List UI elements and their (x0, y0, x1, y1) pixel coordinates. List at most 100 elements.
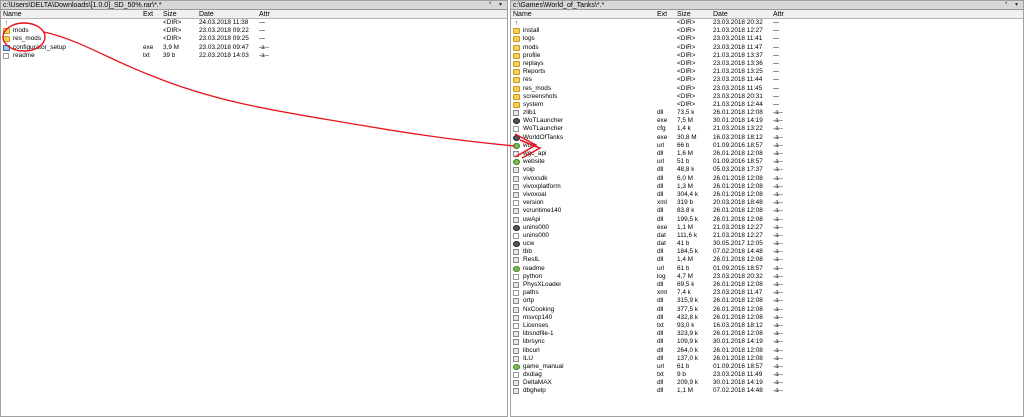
file-row[interactable]: uwApi dll 199,5 k 26.01.2018 12:08 -a-- (511, 216, 1023, 224)
file-row[interactable]: version xml 319 b 20.03.2018 18:48 -a-- (511, 199, 1023, 207)
file-row[interactable]: zlib1 dll 73,5 k 26.01.2018 12:08 -a-- (511, 109, 1023, 117)
file-attr: -a-- (773, 166, 783, 174)
folder-icon (513, 93, 520, 100)
file-date: 23.03.2018 11:44 (713, 76, 763, 84)
file-row[interactable]: ILU dll 137,0 k 26.01.2018 12:08 -a-- (511, 355, 1023, 363)
left-col-ext[interactable]: Ext (143, 10, 153, 19)
right-col-ext[interactable]: Ext (657, 10, 667, 19)
file-row[interactable]: res_mods <DIR> 23.03.2018 09:25 — (1, 35, 507, 43)
file-date: 30.01.2018 14:19 (713, 117, 763, 125)
file-row[interactable]: WoTLauncher exe 7,5 M 30.01.2018 14:19 -a-- (511, 117, 1023, 125)
file-size: <DIR> (677, 59, 696, 67)
file-name: res_mods (523, 84, 552, 92)
file-row[interactable]: paths xml 7,4 k 23.03.2018 11:47 -a-- (511, 289, 1023, 297)
file-attr: -a-- (773, 256, 783, 264)
file-row[interactable]: ucw dat 41 b 30.05.2017 12:05 -a-- (511, 240, 1023, 248)
file-row[interactable]: libsndfile-1 dll 323,9 k 26.01.2018 12:08 -a… (511, 330, 1023, 338)
file-attr: — (773, 59, 780, 67)
left-col-name[interactable]: Name (3, 10, 22, 19)
file-row[interactable]: readme url 61 b 01.09.2016 18:57 -a-- (511, 265, 1023, 273)
right-path-bar[interactable]: c:\Games\World_of_Tanks\*.* * ▾ (511, 1, 1023, 10)
library-icon (513, 355, 519, 362)
file-row[interactable]: voip dll 48,8 k 05.03.2018 17:37 -a-- (511, 166, 1023, 174)
right-path-buttons[interactable]: * ▾ (1005, 1, 1021, 9)
file-row[interactable]: dxdiag txt 9 b 23.03.2018 11:49 -a-- (511, 371, 1023, 379)
left-col-date[interactable]: Date (199, 10, 214, 19)
file-attr: — (773, 100, 780, 108)
folder-icon (513, 44, 520, 51)
right-col-name[interactable]: Name (513, 10, 532, 19)
left-col-size[interactable]: Size (163, 10, 177, 19)
file-row[interactable]: ↑ <DIR> 24.03.2018 11:38 — (1, 19, 507, 27)
left-col-attr[interactable]: Attr (259, 10, 270, 19)
file-attr: -a-- (773, 215, 783, 223)
file-ext: dll (657, 338, 664, 346)
file-ext: url (657, 264, 665, 272)
file-row[interactable]: screenshots <DIR> 23.03.2018 20:31 — (511, 93, 1023, 101)
file-row[interactable]: unins000 dat 111,6 k 21.03.2018 12:27 -a-- (511, 232, 1023, 240)
file-name: profile (523, 51, 541, 59)
file-row[interactable]: ResIL dll 1,4 M 26.01.2018 12:08 -a-- (511, 256, 1023, 264)
file-row[interactable]: ↑ <DIR> 23.03.2018 20:32 — (511, 19, 1023, 27)
file-size: <DIR> (163, 27, 182, 35)
file-date: 21.03.2018 13:37 (713, 51, 763, 59)
left-path-buttons[interactable]: * ▾ (489, 1, 505, 9)
file-row[interactable]: libcurl dll 264,0 k 26.01.2018 12:08 -a-- (511, 347, 1023, 355)
file-row[interactable]: wot url 66 b 01.09.2016 18:57 -a-- (511, 142, 1023, 150)
file-row[interactable]: wgc_api dll 1,6 M 26.01.2018 12:08 -a-- (511, 150, 1023, 158)
file-row[interactable]: res <DIR> 23.03.2018 11:44 — (511, 76, 1023, 84)
right-col-attr[interactable]: Attr (773, 10, 784, 19)
file-attr: -a-- (773, 158, 783, 166)
file-row[interactable]: WoTLauncher cfg 1,4 k 21.03.2018 13:22 -a-- (511, 125, 1023, 133)
file-attr: -a-- (773, 150, 783, 157)
file-row[interactable]: mods <DIR> 23.03.2018 11:47 — (511, 44, 1023, 52)
file-row[interactable]: librsync dll 109,9 k 30.01.2018 14:19 -a-- (511, 338, 1023, 346)
file-attr: -a-- (773, 174, 783, 182)
library-icon (513, 191, 519, 198)
file-size: 73,5 k (677, 109, 695, 117)
file-row[interactable]: unins000 exe 1,1 M 21.03.2018 12:27 -a-- (511, 224, 1023, 232)
file-row[interactable]: python log 4,7 M 23.03.2018 20:32 -a-- (511, 273, 1023, 281)
left-path-bar[interactable]: c:\Users\DELTA\Downloads\[1.0.0]_SD_50%.… (1, 1, 507, 10)
file-attr: -a-- (773, 109, 783, 117)
file-row[interactable]: vivoxoal dll 304,4 k 26.01.2018 12:08 -a-- (511, 191, 1023, 199)
right-col-date[interactable]: Date (713, 10, 728, 19)
file-date: 21.03.2018 13:22 (713, 125, 763, 133)
file-row[interactable]: replays <DIR> 23.03.2018 13:36 — (511, 60, 1023, 68)
file-row[interactable]: Reports <DIR> 21.03.2018 13:25 — (511, 68, 1023, 76)
file-name: logs (523, 35, 535, 43)
file-row[interactable]: vcruntime140 dll 83,8 k 26.01.2018 12:08 -a-… (511, 207, 1023, 215)
file-row[interactable]: NxCooking dll 377,5 k 26.01.2018 12:08 -a-- (511, 306, 1023, 314)
file-row[interactable]: website url 51 b 01.09.2016 18:57 -a-- (511, 158, 1023, 166)
file-row[interactable]: WorldOfTanks exe 30,8 M 16.03.2018 18:12 -a-… (511, 134, 1023, 142)
file-row[interactable]: PhysXLoader dll 69,5 k 26.01.2018 12:08 -a-- (511, 281, 1023, 289)
file-row[interactable]: logs <DIR> 23.03.2018 11:41 — (511, 35, 1023, 43)
file-row[interactable]: mods <DIR> 23.03.2018 09:22 — (1, 27, 507, 35)
file-size: 1,4 M (677, 256, 693, 264)
file-row[interactable]: res_mods <DIR> 23.03.2018 11:45 — (511, 85, 1023, 93)
file-row[interactable]: msvcp140 dll 432,8 k 26.01.2018 12:08 -a-- (511, 314, 1023, 322)
right-path-text: c:\Games\World_of_Tanks\*.* (513, 2, 605, 9)
file-row[interactable]: Licenses txt 93,0 k 16.03.2018 18:12 -a-- (511, 322, 1023, 330)
file-date: 16.03.2018 18:12 (713, 321, 763, 329)
file-ext: dll (657, 150, 664, 157)
file-row[interactable]: vivoxsdk dll 6,0 M 26.01.2018 12:08 -a-- (511, 175, 1023, 183)
file-row[interactable]: system <DIR> 21.03.2018 12:44 — (511, 101, 1023, 109)
file-date: 21.03.2018 12:27 (713, 231, 763, 239)
file-row[interactable]: game_manual url 61 b 01.09.2016 18:57 -a-- (511, 363, 1023, 371)
file-size: 93,0 k (677, 321, 695, 329)
file-row[interactable]: configurator_setup exe 3,9 M 23.03.2018 09:… (1, 44, 507, 52)
file-row[interactable]: dbghelp dll 1,1 M 07.02.2018 14:48 -a-- (511, 387, 1023, 395)
file-date: 23.03.2018 20:32 (713, 19, 763, 26)
file-row[interactable]: readme txt 39 b 22.03.2018 14:03 -a-- (1, 52, 507, 60)
file-row[interactable]: tbb dll 184,5 k 07.02.2018 14:48 -a-- (511, 248, 1023, 256)
file-row[interactable]: DeltaMAX dll 209,9 k 30.01.2018 14:19 -a-- (511, 379, 1023, 387)
file-row[interactable]: ortp dll 315,9 k 26.01.2018 12:08 -a-- (511, 297, 1023, 305)
file-size: 315,9 k (677, 297, 698, 305)
file-row[interactable]: profile <DIR> 21.03.2018 13:37 — (511, 52, 1023, 60)
file-row[interactable]: install <DIR> 21.03.2018 12:27 — (511, 27, 1023, 35)
file-date: 01.09.2016 18:57 (713, 362, 763, 370)
right-col-size[interactable]: Size (677, 10, 691, 19)
file-attr: -a-- (773, 117, 783, 125)
file-row[interactable]: vivoxplatform dll 1,3 M 26.01.2018 12:08 -a-… (511, 183, 1023, 191)
